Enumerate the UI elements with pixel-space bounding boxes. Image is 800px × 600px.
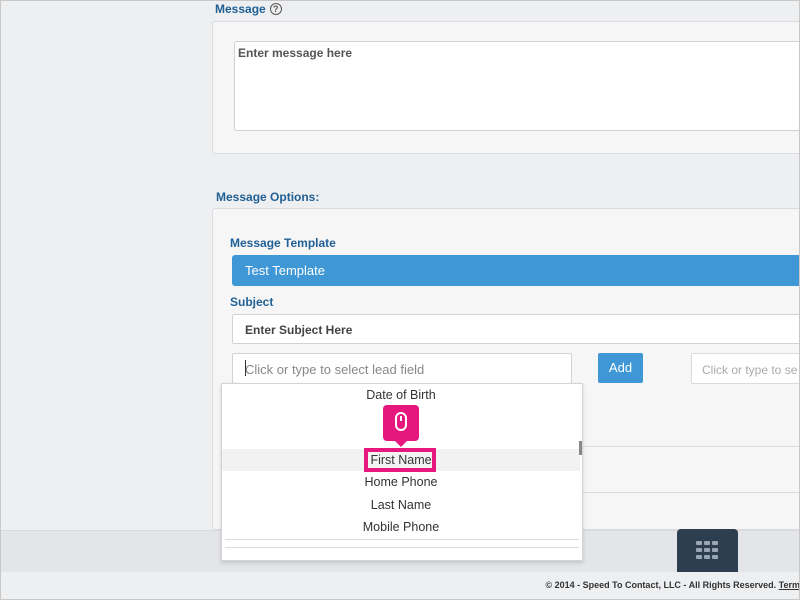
footer: © 2014 - Speed To Contact, LLC - All Rig… [0, 574, 800, 600]
click-highlight-box [364, 448, 436, 472]
field-divider [583, 492, 800, 493]
keypad-dot [696, 548, 702, 552]
keypad-dot [696, 541, 702, 545]
mouse-click-icon [395, 412, 407, 431]
footer-copyright: © 2014 - Speed To Contact, LLC - All Rig… [545, 580, 777, 590]
keypad-dot [712, 548, 718, 552]
click-indicator [383, 405, 419, 447]
subject-input[interactable]: Enter Subject Here [232, 314, 800, 344]
text-caret [245, 360, 246, 376]
message-label-text: Message [215, 2, 266, 16]
question-circle-icon[interactable]: ? [269, 3, 282, 15]
footer-terms-link[interactable]: Term [779, 580, 800, 590]
message-placeholder: Enter message here [238, 46, 353, 60]
keypad-dot [696, 555, 702, 559]
keypad-dot [712, 541, 718, 545]
dropdown-scrollbar[interactable] [579, 441, 582, 455]
lead-field-placeholder: Click or type to select lead field [245, 362, 425, 377]
message-label: Message? [215, 2, 282, 16]
subject-label: Subject [230, 295, 274, 309]
lead-field-placeholder-2: Click or type to se [702, 363, 798, 377]
keypad-button[interactable] [677, 529, 738, 572]
lead-field-input-2[interactable]: Click or type to se [691, 353, 800, 384]
dropdown-divider [225, 547, 579, 548]
keypad-dot [704, 548, 710, 552]
add-button[interactable]: Add [598, 353, 643, 383]
keypad-dot [712, 555, 718, 559]
field-divider [583, 446, 800, 447]
lead-field-input[interactable]: Click or type to select lead field [232, 353, 572, 384]
keypad-dot [704, 541, 710, 545]
keypad-dot [704, 555, 710, 559]
dropdown-option[interactable]: Date of Birth [222, 384, 580, 406]
dropdown-option[interactable]: Mobile Phone [222, 516, 580, 538]
message-template-select[interactable]: Test Template [232, 255, 800, 286]
message-template-value: Test Template [245, 263, 325, 278]
dropdown-divider [225, 539, 579, 540]
subject-value: Enter Subject Here [245, 323, 353, 337]
dropdown-option[interactable]: Home Phone [222, 471, 580, 493]
message-options-label: Message Options: [216, 190, 320, 204]
dropdown-option[interactable]: Last Name [222, 494, 580, 516]
message-template-label: Message Template [230, 236, 336, 250]
message-textarea[interactable]: Enter message here [234, 41, 800, 131]
